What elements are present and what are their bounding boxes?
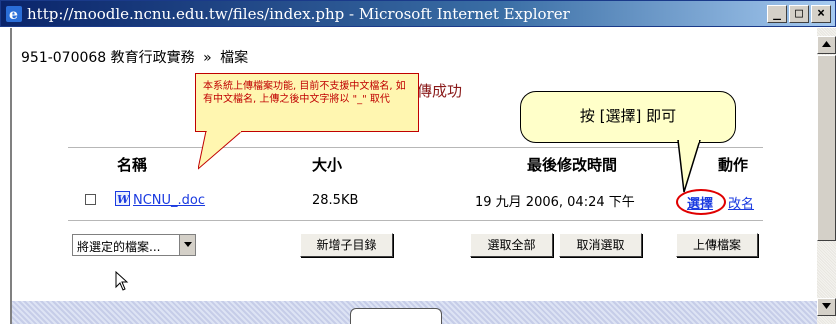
file-modified: 19 九月 2006, 04:24 下午 [475,195,635,210]
arrow-up-icon [822,41,831,47]
window-title-bar[interactable]: e http://moodle.ncnu.edu.tw/files/index.… [0,0,836,27]
file-link[interactable]: NCNU_.doc [133,193,205,208]
table-bottom-divider [68,220,763,221]
vertical-scrollbar[interactable] [817,28,836,324]
breadcrumb: 951-070068 教育行政實務 » 檔案 [21,47,248,67]
action-rename-cell: 改名 [728,193,754,212]
note-callout-text: 本系統上傳檔案功能, 目前不支援中文檔名, 如有中文檔名, 上傳之後中文字將以 … [203,81,406,105]
chevron-down-icon [184,242,192,247]
new-folder-button[interactable]: 新增子目錄 [300,233,393,257]
page-content: 951-070068 教育行政實務 » 檔案 上傳成功 名稱 大小 最後修改時間… [10,28,818,324]
svg-text:W: W [117,193,130,206]
select-all-button[interactable]: 選取全部 [470,233,553,257]
hint-callout-pointer [677,140,701,193]
word-document-icon: W [115,191,130,206]
breadcrumb-current: 檔案 [220,50,249,66]
note-callout: 本系統上傳檔案功能, 目前不支援中文檔名, 如有中文檔名, 上傳之後中文字將以 … [195,73,419,132]
file-size: 28.5KB [312,193,359,208]
select-value: 將選定的檔案... [77,240,161,254]
scrollbar-thumb[interactable] [817,55,836,241]
hint-callout: 按 [選擇] 即可 [520,91,736,143]
column-header-name: 名稱 [117,156,148,174]
hint-callout-text: 按 [選擇] 即可 [579,107,677,125]
mouse-cursor-icon [115,271,129,291]
choose-link[interactable]: 選擇 [687,197,713,212]
note-callout-pointer [198,131,243,170]
close-button[interactable]: × [811,5,831,23]
bottom-tab-outline [350,308,442,324]
breadcrumb-separator: » [203,50,212,66]
scroll-down-button[interactable] [817,298,836,316]
scroll-up-button[interactable] [817,36,836,54]
column-header-modified: 最後修改時間 [527,156,618,174]
table-row: NCNU_.doc [133,193,205,208]
column-header-size: 大小 [312,156,343,174]
selected-files-select[interactable]: 將選定的檔案... [72,234,196,256]
svg-text:e: e [9,7,18,23]
table-top-divider [68,147,763,148]
window-title: http://moodle.ncnu.edu.tw/files/index.ph… [27,5,570,23]
deselect-button[interactable]: 取消選取 [559,233,642,257]
internet-explorer-icon: e [6,6,22,23]
column-header-action: 動作 [718,156,749,174]
select-dropdown-arrow[interactable] [179,235,195,255]
minimize-button[interactable]: _ [767,5,787,23]
action-choose-cell: 選擇 [687,193,713,212]
file-checkbox[interactable] [85,194,96,205]
rename-link[interactable]: 改名 [728,197,754,212]
maximize-button[interactable]: □ [789,5,809,23]
upload-file-button[interactable]: 上傳檔案 [676,233,758,257]
breadcrumb-course[interactable]: 951-070068 教育行政實務 [21,50,195,66]
arrow-down-icon [822,303,831,309]
